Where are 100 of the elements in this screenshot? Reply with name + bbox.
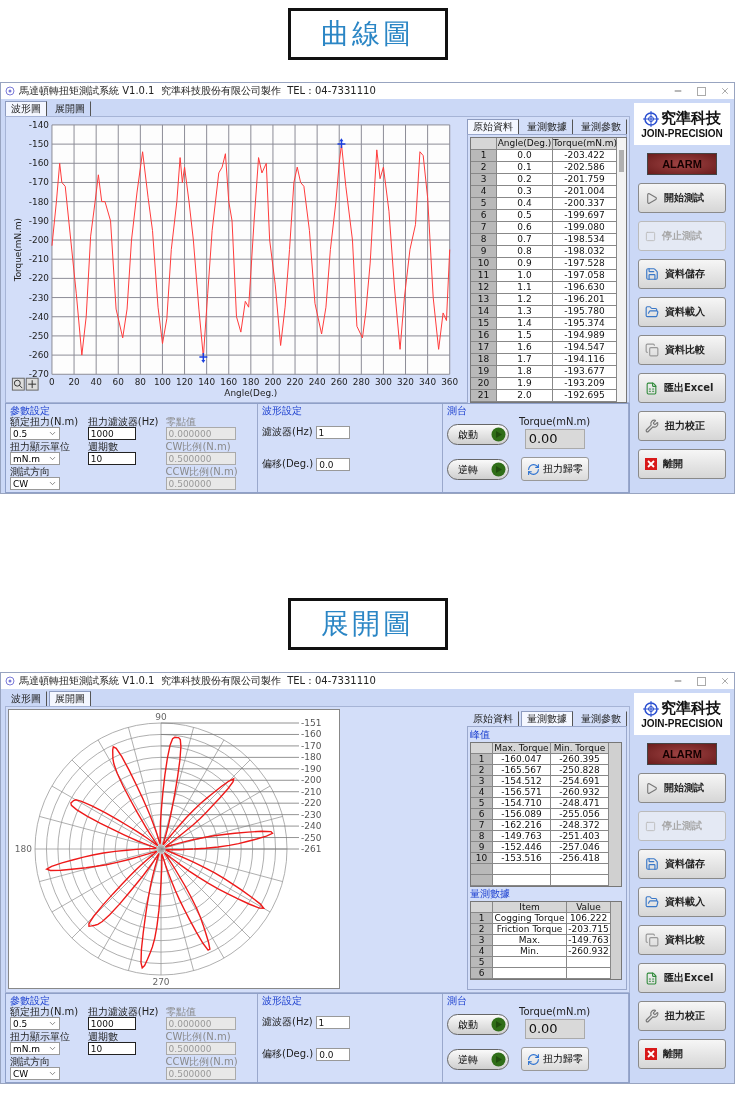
field-label: 扭力濾波器(Hz) <box>87 416 159 427</box>
y-tick-label: -150 <box>28 139 49 150</box>
table-cell: 0.9 <box>497 258 553 270</box>
x-tick-label: 240 <box>308 377 326 388</box>
table-cell: -198.032 <box>553 246 617 258</box>
scrollbar[interactable] <box>617 138 626 402</box>
field-label: CCW比例(N.m) <box>165 466 238 477</box>
row-number: 14 <box>471 306 497 318</box>
crosshair-icon[interactable] <box>25 377 39 391</box>
folder-icon <box>645 305 659 319</box>
x-tick-label: 220 <box>286 377 304 388</box>
close-icon[interactable] <box>720 676 730 686</box>
dropdown[interactable]: 0.5 <box>10 427 60 440</box>
maximize-icon[interactable] <box>697 86 706 96</box>
y-tick-label: -160 <box>28 158 49 169</box>
input-field[interactable]: 1000 <box>87 427 136 440</box>
x-tick-label: 20 <box>68 377 80 388</box>
table-cell: 1.0 <box>497 270 553 282</box>
radius-label: -151 <box>301 718 322 728</box>
table-cell: -196.201 <box>553 294 617 306</box>
section-title: 波形設定 <box>262 995 302 1006</box>
action-button[interactable]: 離開 <box>638 1039 726 1069</box>
field-label: 週期數 <box>87 1031 118 1042</box>
column-header: Item <box>493 902 567 913</box>
input-field[interactable]: 1 <box>315 426 350 439</box>
action-button[interactable]: 資料儲存 <box>638 259 726 289</box>
y-tick-label: -140 <box>28 119 49 130</box>
table-cell: -201.759 <box>553 174 617 186</box>
field-label: 偏移(Deg.) <box>262 1048 314 1059</box>
x-tick-label: 360 <box>441 377 459 388</box>
action-button[interactable]: 資料比較 <box>638 335 726 365</box>
table-cell: 1.3 <box>497 306 553 318</box>
scrollbar[interactable] <box>611 902 621 979</box>
dropdown[interactable]: CW <box>10 477 60 490</box>
zero-button[interactable]: 扭力歸零 <box>520 457 589 481</box>
row-number: 2 <box>471 924 493 935</box>
input-field[interactable]: 1 <box>315 1016 350 1029</box>
action-button[interactable]: 資料儲存 <box>638 849 726 879</box>
field-label: 扭力顯示單位 <box>10 1031 70 1042</box>
input-field[interactable]: 0.0 <box>316 458 351 471</box>
action-button[interactable]: 匯出Excel <box>638 373 726 403</box>
row-number: 21 <box>471 390 497 402</box>
table-cell: 1.1 <box>497 282 553 294</box>
y-tick-label: -170 <box>28 177 49 188</box>
panel-tab[interactable]: 量測數據 <box>521 711 573 726</box>
action-button[interactable]: 開始測試 <box>638 773 726 803</box>
section-title: 參數設定 <box>10 405 50 416</box>
chevron-icon <box>48 479 57 488</box>
action-button[interactable]: 資料比較 <box>638 925 726 955</box>
table-cell: -199.080 <box>553 222 617 234</box>
action-button[interactable]: 扭力校正 <box>638 411 726 441</box>
row-number: 2 <box>471 765 493 776</box>
close-icon <box>645 1048 657 1060</box>
stage-button[interactable]: 啟動 <box>447 1014 509 1035</box>
x-tick-label: 100 <box>153 377 171 388</box>
stage-button[interactable]: 逆轉 <box>447 1049 509 1070</box>
dropdown[interactable]: CW <box>10 1067 60 1080</box>
x-tick-label: 120 <box>176 377 194 388</box>
view-tab[interactable]: 展開圖 <box>49 691 91 706</box>
panel-tab[interactable]: 原始資料 <box>467 119 519 134</box>
dropdown[interactable]: mN.m <box>10 1042 60 1055</box>
corner-cell <box>471 743 493 754</box>
maximize-icon[interactable] <box>697 676 706 686</box>
radius-label: -230 <box>301 809 322 820</box>
field-label: 額定扭力(N.m) <box>10 416 79 427</box>
scrollbar[interactable] <box>609 743 621 886</box>
zoom-icon[interactable] <box>11 377 25 391</box>
dropdown[interactable]: 0.5 <box>10 1017 60 1030</box>
field-label: 額定扭力(N.m) <box>10 1006 79 1017</box>
action-button[interactable]: 開始測試 <box>638 183 726 213</box>
stage-button[interactable]: 啟動 <box>447 424 509 445</box>
field-label: 週期數 <box>87 441 118 452</box>
field-label: CW比例(N.m) <box>165 1031 231 1042</box>
input-field[interactable]: 10 <box>87 1042 136 1055</box>
action-button[interactable]: 匯出Excel <box>638 963 726 993</box>
row-number: 3 <box>471 935 493 946</box>
section-title: 測台 <box>447 405 467 416</box>
input-field[interactable]: 10 <box>87 452 136 465</box>
action-button[interactable]: 離開 <box>638 449 726 479</box>
dropdown[interactable]: mN.m <box>10 452 60 465</box>
stage-button[interactable]: 逆轉 <box>447 459 509 480</box>
table-cell: -195.780 <box>553 306 617 318</box>
action-button[interactable]: 資料載入 <box>638 297 726 327</box>
action-button[interactable]: 資料載入 <box>638 887 726 917</box>
company-logo: 究準科技 JOIN-PRECISION <box>634 693 730 735</box>
action-button[interactable]: 扭力校正 <box>638 1001 726 1031</box>
corner-cell <box>471 138 497 150</box>
section-label: 量測數據 <box>470 888 510 900</box>
input-field[interactable]: 0.0 <box>316 1048 351 1061</box>
angle-label: 90 <box>155 712 167 722</box>
table-cell: 1.7 <box>497 354 553 366</box>
section-title: 參數設定 <box>10 995 50 1006</box>
input-field[interactable]: 1000 <box>87 1017 136 1030</box>
row-number: 1 <box>471 150 497 162</box>
refresh-icon <box>526 1052 540 1066</box>
indicator-icon <box>491 462 506 477</box>
close-icon[interactable] <box>720 86 730 96</box>
copy-icon <box>645 343 659 357</box>
view-tab[interactable]: 波形圖 <box>5 101 47 116</box>
zero-button[interactable]: 扭力歸零 <box>520 1047 589 1071</box>
